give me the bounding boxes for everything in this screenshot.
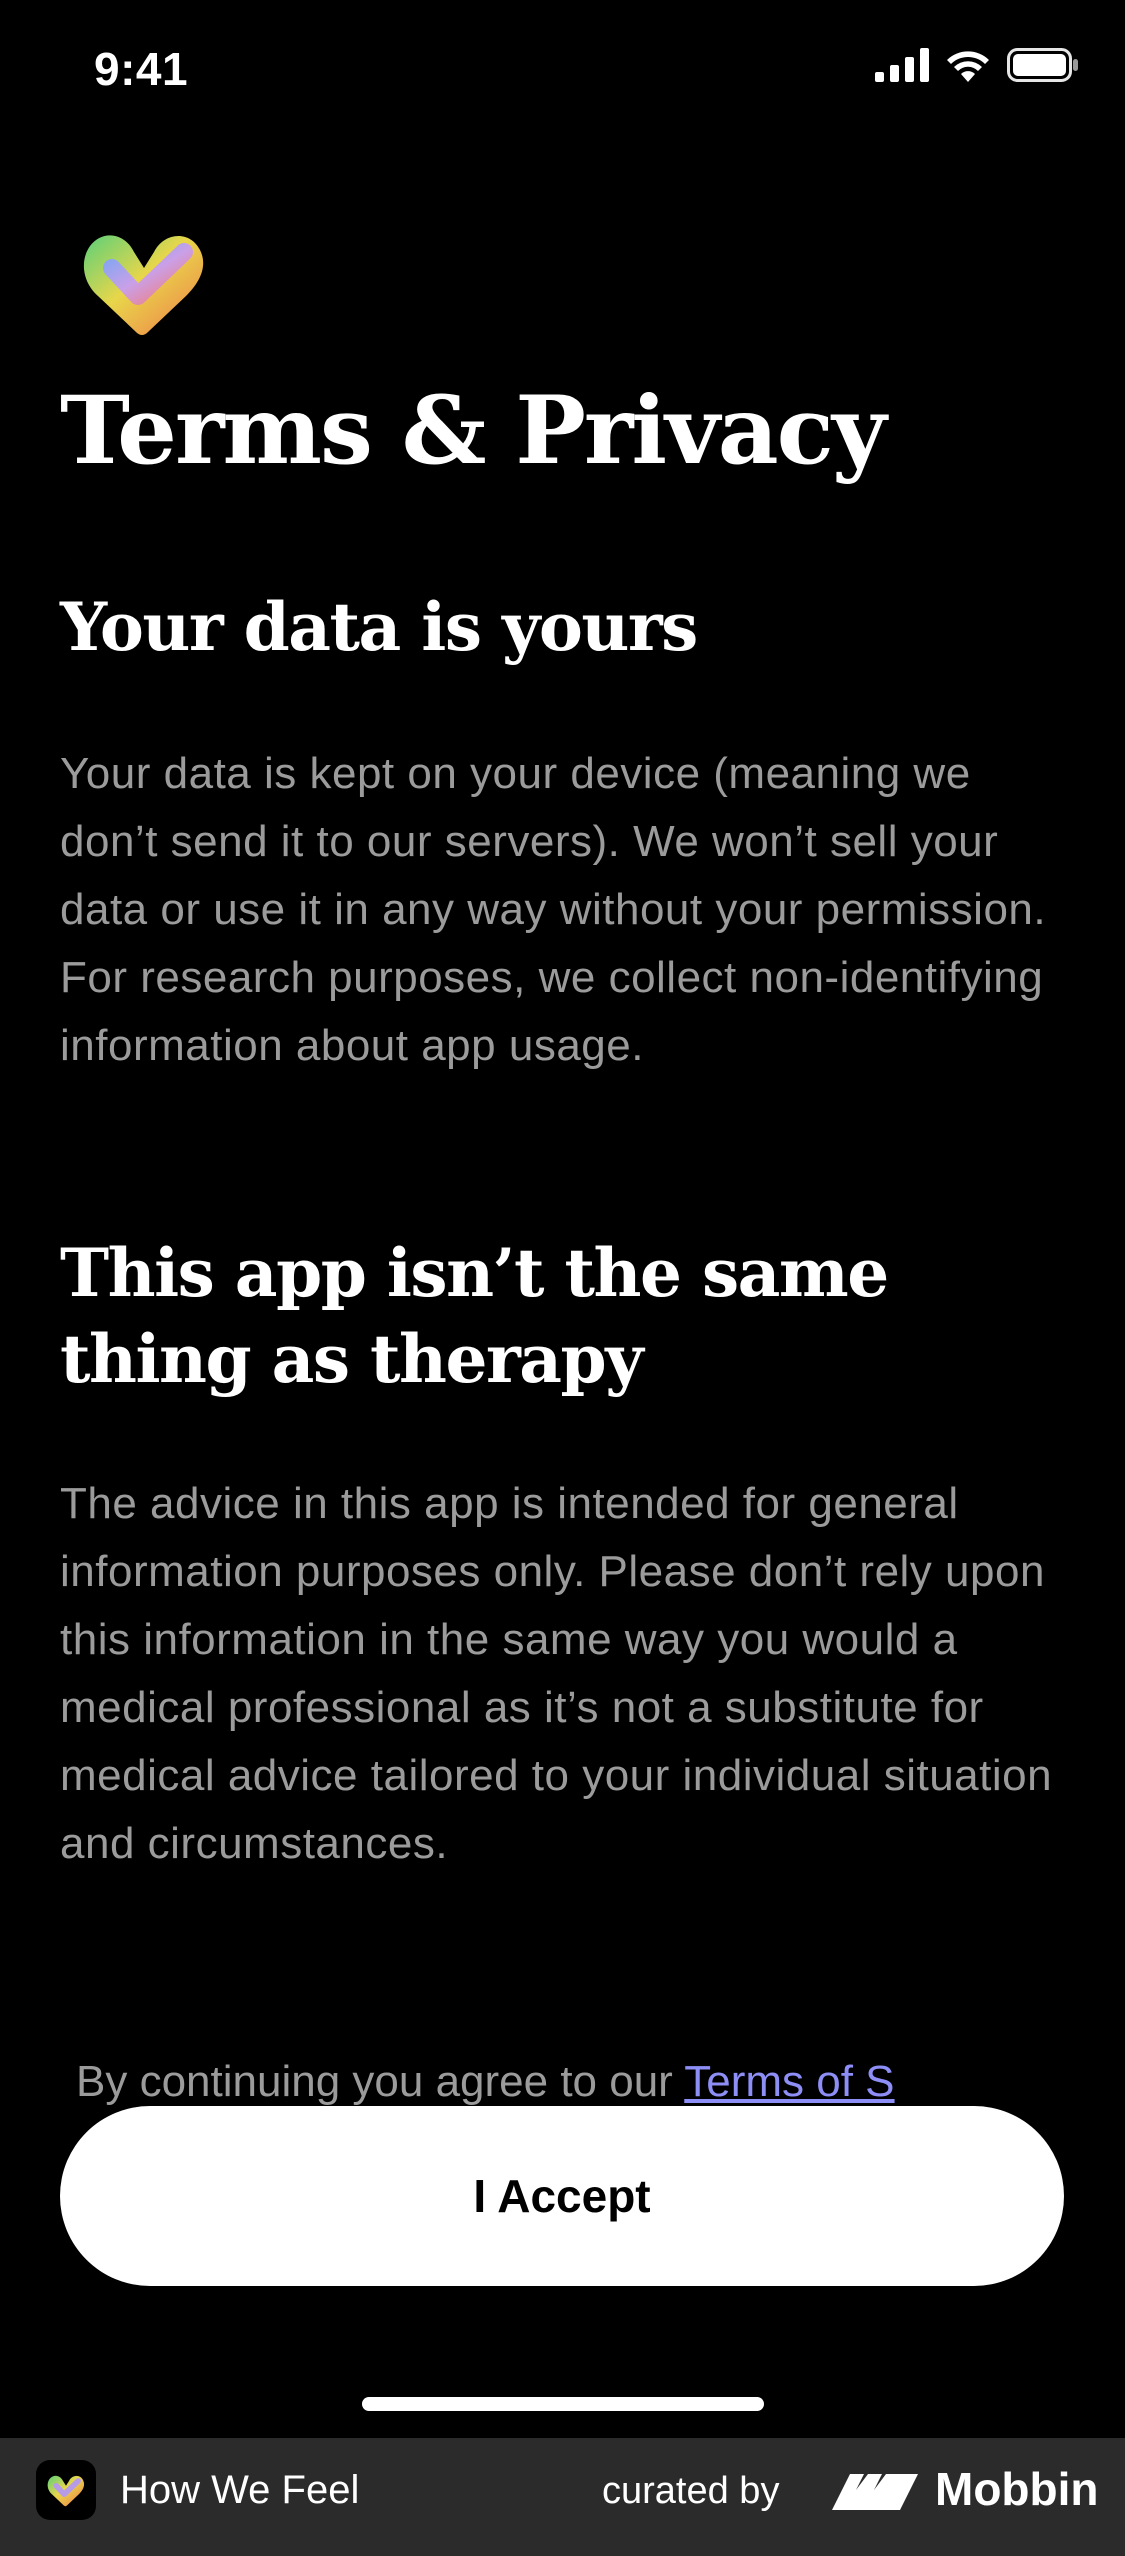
agreement-prefix: By continuing you agree to our bbox=[76, 2057, 685, 2106]
cellular-signal-icon bbox=[875, 48, 929, 87]
section-heading-therapy: This app isn’t the same thing as therapy bbox=[60, 1234, 889, 1398]
status-time: 9:41 bbox=[94, 43, 189, 95]
home-indicator bbox=[362, 2397, 764, 2411]
page-title: Terms & Privacy bbox=[60, 376, 886, 486]
section-body-therapy: The advice in this app is intended for g… bbox=[60, 1479, 1053, 1868]
terms-of-service-link[interactable]: Terms of S bbox=[684, 2057, 894, 2106]
section-heading-data: Your data is yours bbox=[60, 588, 698, 666]
heart-logo-icon bbox=[72, 224, 216, 340]
footer-brand: Mobbin bbox=[935, 2463, 1099, 2515]
section-body-data: Your data is kept on your device (meanin… bbox=[60, 749, 1047, 1070]
battery-icon bbox=[1007, 48, 1079, 87]
mobbin-logo-icon bbox=[830, 2468, 920, 2514]
wifi-icon bbox=[945, 48, 991, 87]
how-we-feel-app-icon bbox=[36, 2460, 96, 2520]
footer-app-name: How We Feel bbox=[120, 2468, 360, 2512]
accept-button[interactable]: I Accept bbox=[60, 2106, 1064, 2286]
footer-bar: How We Feel curated by Mobbin bbox=[0, 2438, 1125, 2556]
status-icons bbox=[875, 48, 1079, 87]
status-bar: 9:41 bbox=[0, 0, 1125, 140]
footer-curated-by: curated by bbox=[602, 2470, 780, 2512]
agreement-text: By continuing you agree to our Terms of … bbox=[76, 2048, 1076, 2112]
